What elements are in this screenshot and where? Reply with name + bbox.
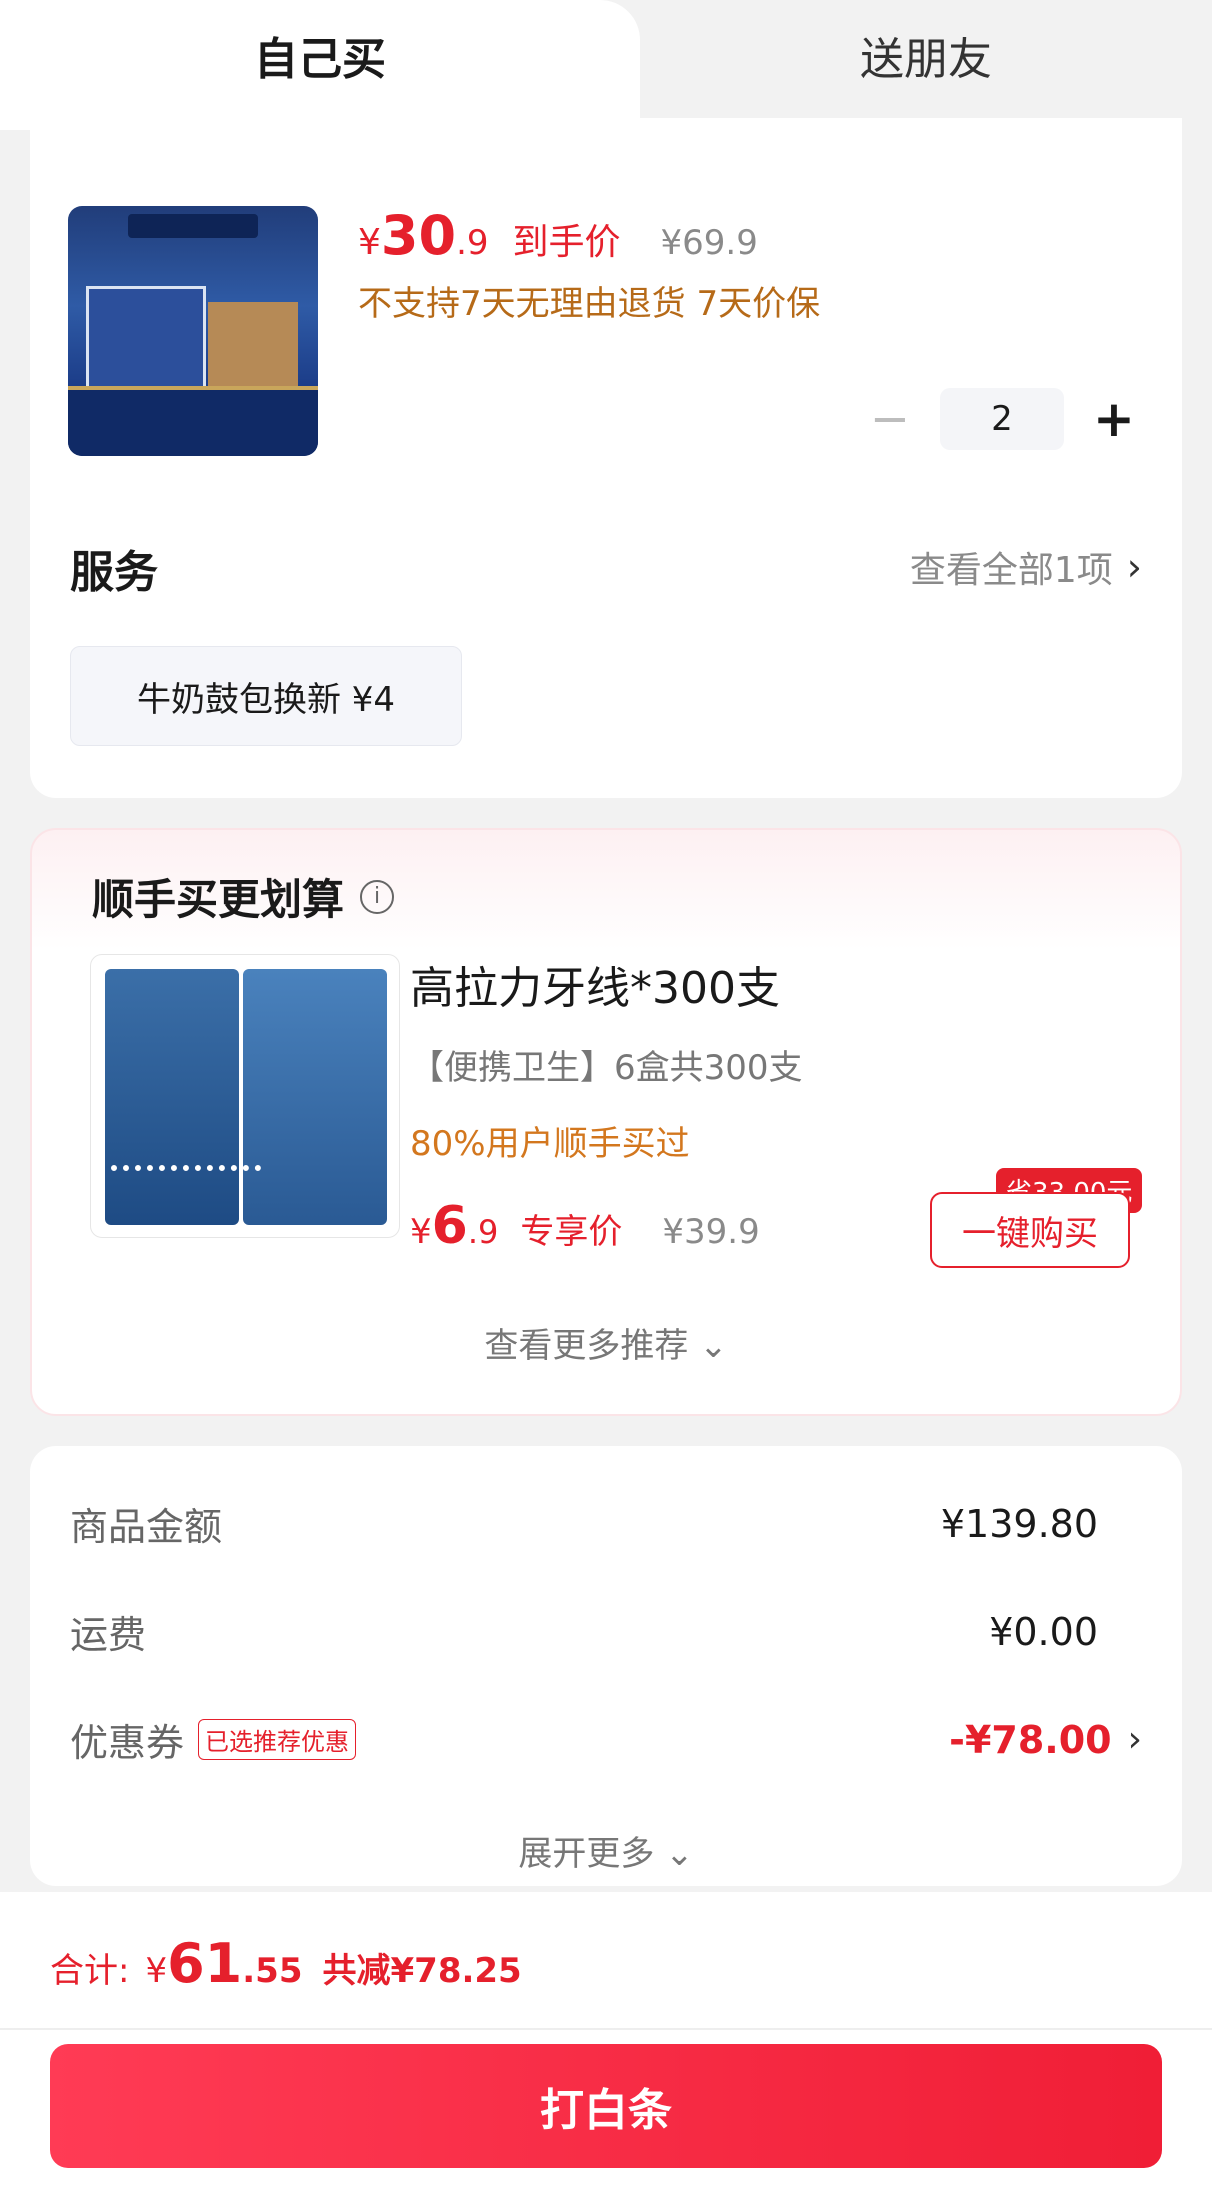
service-view-all-label: 查看全部1项 <box>909 550 1113 591</box>
upsell-card: 顺手买更划算 i 高拉力牙线*300支 【便携卫生】6盒共300支 80%用户顺… <box>30 828 1182 1416</box>
expand-more-link[interactable]: 展开更多 ⌄ <box>30 1826 1182 1875</box>
service-title: 服务 <box>70 547 158 598</box>
upsell-price-integer: 6 <box>431 1196 468 1256</box>
product-box <box>86 286 206 396</box>
chevron-right-icon: › <box>1127 1719 1142 1760</box>
coupon-tag: 已选推荐优惠 <box>198 1719 357 1760</box>
service-view-all[interactable]: 查看全部1项 › <box>910 541 1142 593</box>
total-label: 合计: <box>50 1951 130 1991</box>
upsell-percent: 80%用户顺手买过 <box>410 1124 690 1164</box>
service-chip[interactable]: 牛奶鼓包换新 ¥4 <box>70 646 462 746</box>
minus-button[interactable]: − <box>860 389 920 449</box>
pay-button[interactable]: 打白条 <box>50 2044 1162 2168</box>
shipping-carton <box>208 302 298 392</box>
brand-banner <box>128 214 258 238</box>
footer-divider <box>0 2028 1212 2030</box>
upsell-price-symbol: ¥ <box>410 1212 432 1252</box>
coupon-label: 优惠券 <box>70 1721 185 1765</box>
image-band <box>68 386 318 456</box>
tab-gift-friend[interactable]: 送朋友 <box>640 0 1212 130</box>
coupon-row[interactable]: 优惠券 已选推荐优惠 -¥78.00 › <box>70 1712 1142 1767</box>
total-price: 合计: ¥ 61 .55 共减¥78.25 <box>50 1932 522 1995</box>
goods-amount-label: 商品金额 <box>70 1505 223 1549</box>
original-price: ¥69.9 <box>660 223 758 263</box>
product-price: ¥ 30 .9 到手价 ¥69.9 <box>358 204 758 267</box>
upsell-product-image[interactable] <box>90 954 400 1238</box>
upsell-price-tag: 专享价 <box>520 1212 623 1252</box>
price-decimal: .9 <box>456 223 489 263</box>
product-card: ¥ 30 .9 到手价 ¥69.9 不支持7天无理由退货 7天价保 − 2 + … <box>30 118 1182 798</box>
upsell-title: 顺手买更划算 i <box>92 866 395 927</box>
purchase-tabs: 自己买 送朋友 <box>0 0 1212 130</box>
quantity-value[interactable]: 2 <box>940 388 1064 450</box>
goods-amount-row: 商品金额 ¥139.80 <box>70 1496 1142 1551</box>
upsell-price: ¥ 6 .9 专享价 ¥39.9 <box>410 1196 760 1256</box>
plus-button[interactable]: + <box>1084 389 1144 449</box>
shipping-value: ¥0.00 <box>989 1609 1098 1654</box>
shipping-row: 运费 ¥0.00 <box>70 1604 1142 1659</box>
return-policy: 不支持7天无理由退货 7天价保 <box>358 284 821 324</box>
info-icon[interactable]: i <box>360 879 395 914</box>
floss-box-right <box>243 969 387 1225</box>
price-symbol: ¥ <box>358 222 381 263</box>
upsell-title-text: 顺手买更划算 <box>92 875 345 924</box>
coupon-value-group: -¥78.00 › <box>949 1718 1142 1762</box>
goods-amount-value: ¥139.80 <box>940 1501 1098 1546</box>
total-decimal: .55 <box>242 1951 303 1991</box>
total-symbol: ¥ <box>145 1951 168 1991</box>
total-integer: 61 <box>167 1932 243 1995</box>
more-recommendations-link[interactable]: 查看更多推荐 ⌄ <box>32 1318 1180 1367</box>
price-integer: 30 <box>380 204 457 267</box>
total-savings: 共减¥78.25 <box>322 1951 522 1991</box>
upsell-product-subtitle: 【便携卫生】6盒共300支 <box>410 1048 803 1088</box>
chevron-right-icon: › <box>1126 545 1142 589</box>
coupon-label-group: 优惠券 已选推荐优惠 <box>70 1712 357 1767</box>
upsell-price-decimal: .9 <box>467 1213 499 1251</box>
upsell-original-price: ¥39.9 <box>662 1212 760 1252</box>
checkout-footer: 合计: ¥ 61 .55 共减¥78.25 打白条 <box>0 1892 1212 2206</box>
quantity-stepper: − 2 + <box>860 388 1144 450</box>
shipping-label: 运费 <box>70 1613 147 1657</box>
product-image[interactable] <box>68 206 318 456</box>
one-click-buy-button[interactable]: 一键购买 <box>930 1192 1130 1268</box>
upsell-product-name[interactable]: 高拉力牙线*300支 <box>410 952 780 1016</box>
floss-picks <box>111 1165 261 1225</box>
coupon-value: -¥78.00 <box>949 1717 1112 1762</box>
price-tag: 到手价 <box>512 222 621 263</box>
tab-self-buy[interactable]: 自己买 <box>0 0 640 130</box>
order-summary-card: 商品金额 ¥139.80 运费 ¥0.00 优惠券 已选推荐优惠 -¥78.00… <box>30 1446 1182 1886</box>
